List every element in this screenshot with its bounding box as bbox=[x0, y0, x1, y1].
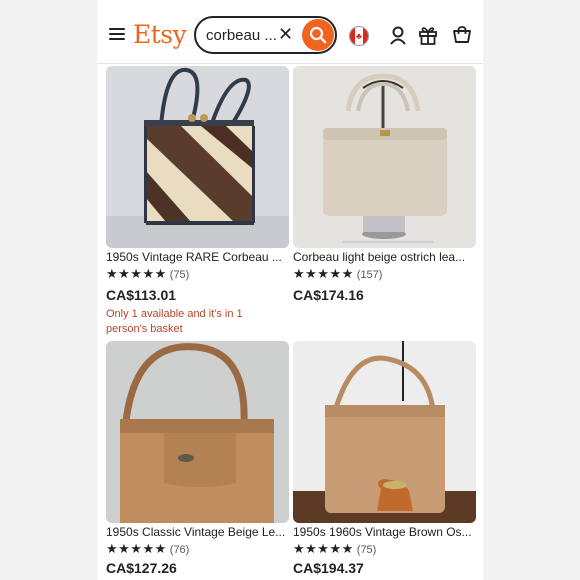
listing-rating: ★★★★★ (76) bbox=[106, 541, 189, 557]
search-bar[interactable]: corbeau ... ✕ bbox=[194, 16, 337, 54]
cart-icon[interactable] bbox=[452, 25, 472, 45]
mobile-page: Etsy corbeau ... ✕ ♣ 1950s Vintage RARE … bbox=[97, 0, 483, 580]
star-rating-icon: ★★★★★ bbox=[293, 541, 354, 556]
listing-title[interactable]: 1950s Classic Vintage Beige Le... bbox=[106, 525, 289, 539]
listing-title[interactable]: Corbeau light beige ostrich lea... bbox=[293, 250, 476, 264]
listing-price: CA$174.16 bbox=[293, 287, 364, 303]
listing-price: CA$194.37 bbox=[293, 560, 364, 576]
review-count: (76) bbox=[169, 544, 190, 556]
review-count: (157) bbox=[356, 269, 383, 281]
star-rating-icon: ★★★★★ bbox=[293, 266, 354, 281]
star-rating-icon: ★★★★★ bbox=[106, 541, 167, 556]
listing-image[interactable] bbox=[293, 66, 476, 248]
right-margin bbox=[483, 0, 580, 580]
etsy-logo[interactable]: Etsy bbox=[133, 20, 187, 49]
search-input[interactable]: corbeau ... bbox=[206, 27, 277, 44]
listing-image[interactable] bbox=[106, 341, 289, 523]
search-button[interactable] bbox=[302, 19, 334, 51]
listing-image[interactable] bbox=[106, 66, 289, 248]
gift-icon[interactable] bbox=[418, 25, 438, 45]
scarcity-note: Only 1 available and it's in 1 person's … bbox=[106, 308, 243, 335]
review-count: (75) bbox=[169, 269, 190, 281]
listing-title[interactable]: 1950s Vintage RARE Corbeau ... bbox=[106, 250, 289, 264]
canada-flag-icon[interactable]: ♣ bbox=[349, 26, 369, 46]
star-rating-icon: ★★★★★ bbox=[106, 266, 167, 281]
listing-title[interactable]: 1950s 1960s Vintage Brown Os... bbox=[293, 525, 476, 539]
listing-rating: ★★★★★ (157) bbox=[293, 266, 382, 282]
listing-image[interactable] bbox=[293, 341, 476, 523]
listing-rating: ★★★★★ (75) bbox=[106, 266, 189, 282]
header: Etsy corbeau ... ✕ ♣ bbox=[97, 0, 483, 64]
listing-price: CA$113.01 bbox=[106, 287, 177, 303]
listing-price: CA$127.26 bbox=[106, 560, 177, 576]
listing-rating: ★★★★★ (75) bbox=[293, 541, 376, 557]
search-icon bbox=[309, 26, 327, 44]
clear-search-icon[interactable]: ✕ bbox=[278, 24, 293, 45]
account-icon[interactable] bbox=[388, 25, 408, 45]
review-count: (75) bbox=[356, 544, 377, 556]
left-margin bbox=[0, 0, 97, 580]
menu-icon[interactable] bbox=[109, 28, 125, 40]
